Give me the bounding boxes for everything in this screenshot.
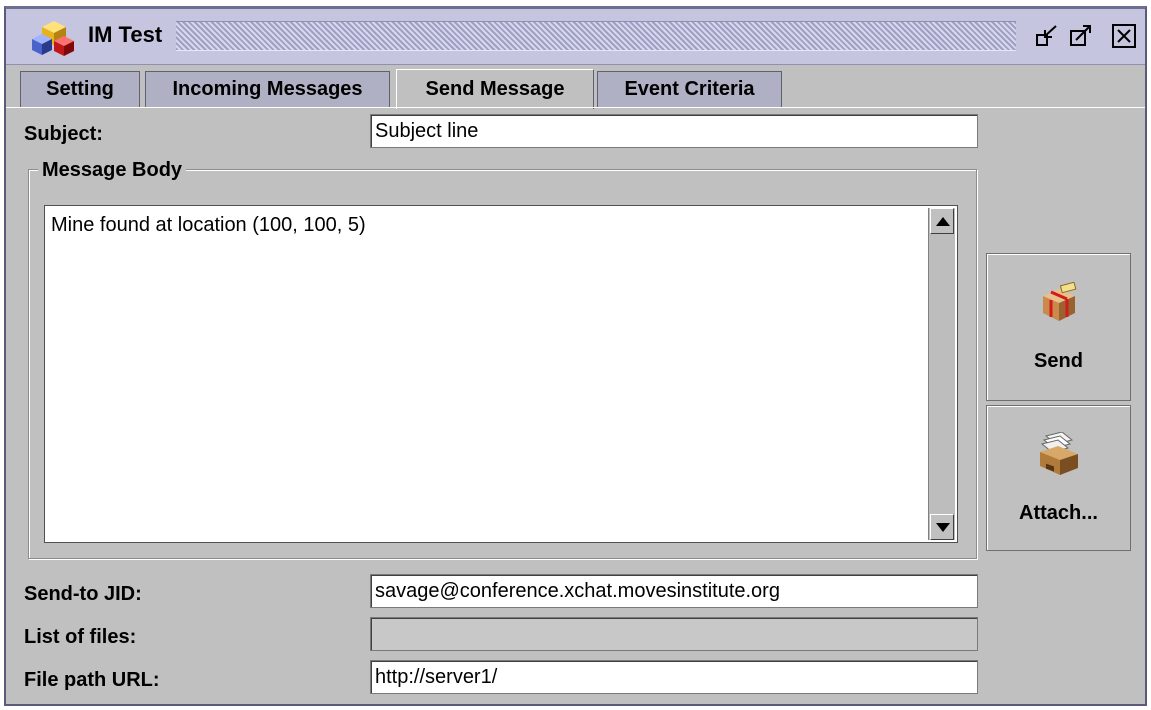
send-button[interactable]: Send	[986, 253, 1131, 401]
message-body-textarea[interactable]: Mine found at location (100, 100, 5)	[44, 205, 958, 543]
subject-label: Subject:	[24, 123, 103, 145]
send-to-jid-label: Send-to JID:	[24, 583, 142, 605]
title-bar-grip	[176, 21, 1016, 51]
minimize-icon[interactable]	[1032, 21, 1062, 51]
list-of-files-label: List of files:	[24, 626, 137, 648]
tab-strip: Setting Incoming Messages Send Message E…	[6, 67, 1145, 109]
gift-package-icon	[1042, 282, 1076, 321]
tab-incoming-messages[interactable]: Incoming Messages	[145, 71, 390, 107]
tab-setting[interactable]: Setting	[20, 71, 140, 107]
message-body-text: Mine found at location (100, 100, 5)	[51, 214, 366, 236]
application-window: IM Test Setting Incoming Messages Send M…	[4, 6, 1147, 706]
file-box-icon	[1039, 432, 1078, 475]
title-bar[interactable]: IM Test	[6, 9, 1145, 65]
window-title: IM Test	[88, 22, 163, 47]
message-body-title: Message Body	[38, 159, 187, 182]
tab-event-criteria[interactable]: Event Criteria	[597, 71, 782, 107]
file-path-url-label: File path URL:	[24, 669, 160, 691]
scroll-up-button[interactable]	[930, 208, 954, 234]
list-of-files-field[interactable]	[370, 617, 978, 651]
maximize-icon[interactable]	[1066, 21, 1096, 51]
tab-divider	[6, 107, 1145, 108]
send-to-jid-input[interactable]: savage@conference.xchat.movesinstitute.o…	[370, 574, 978, 608]
attach-button[interactable]: Attach...	[986, 405, 1131, 551]
arrow-down-icon	[936, 523, 950, 532]
tab-send-message[interactable]: Send Message	[396, 69, 594, 109]
scroll-down-button[interactable]	[930, 514, 954, 540]
file-path-url-input[interactable]: http://server1/	[370, 660, 978, 694]
subject-input[interactable]: Subject line	[370, 114, 978, 148]
close-icon[interactable]	[1109, 21, 1139, 51]
message-body-scrollbar[interactable]	[928, 208, 955, 540]
arrow-up-icon	[936, 217, 950, 226]
app-cubes-icon	[32, 21, 74, 56]
send-button-label: Send	[1034, 350, 1083, 372]
attach-button-label: Attach...	[1019, 502, 1098, 524]
